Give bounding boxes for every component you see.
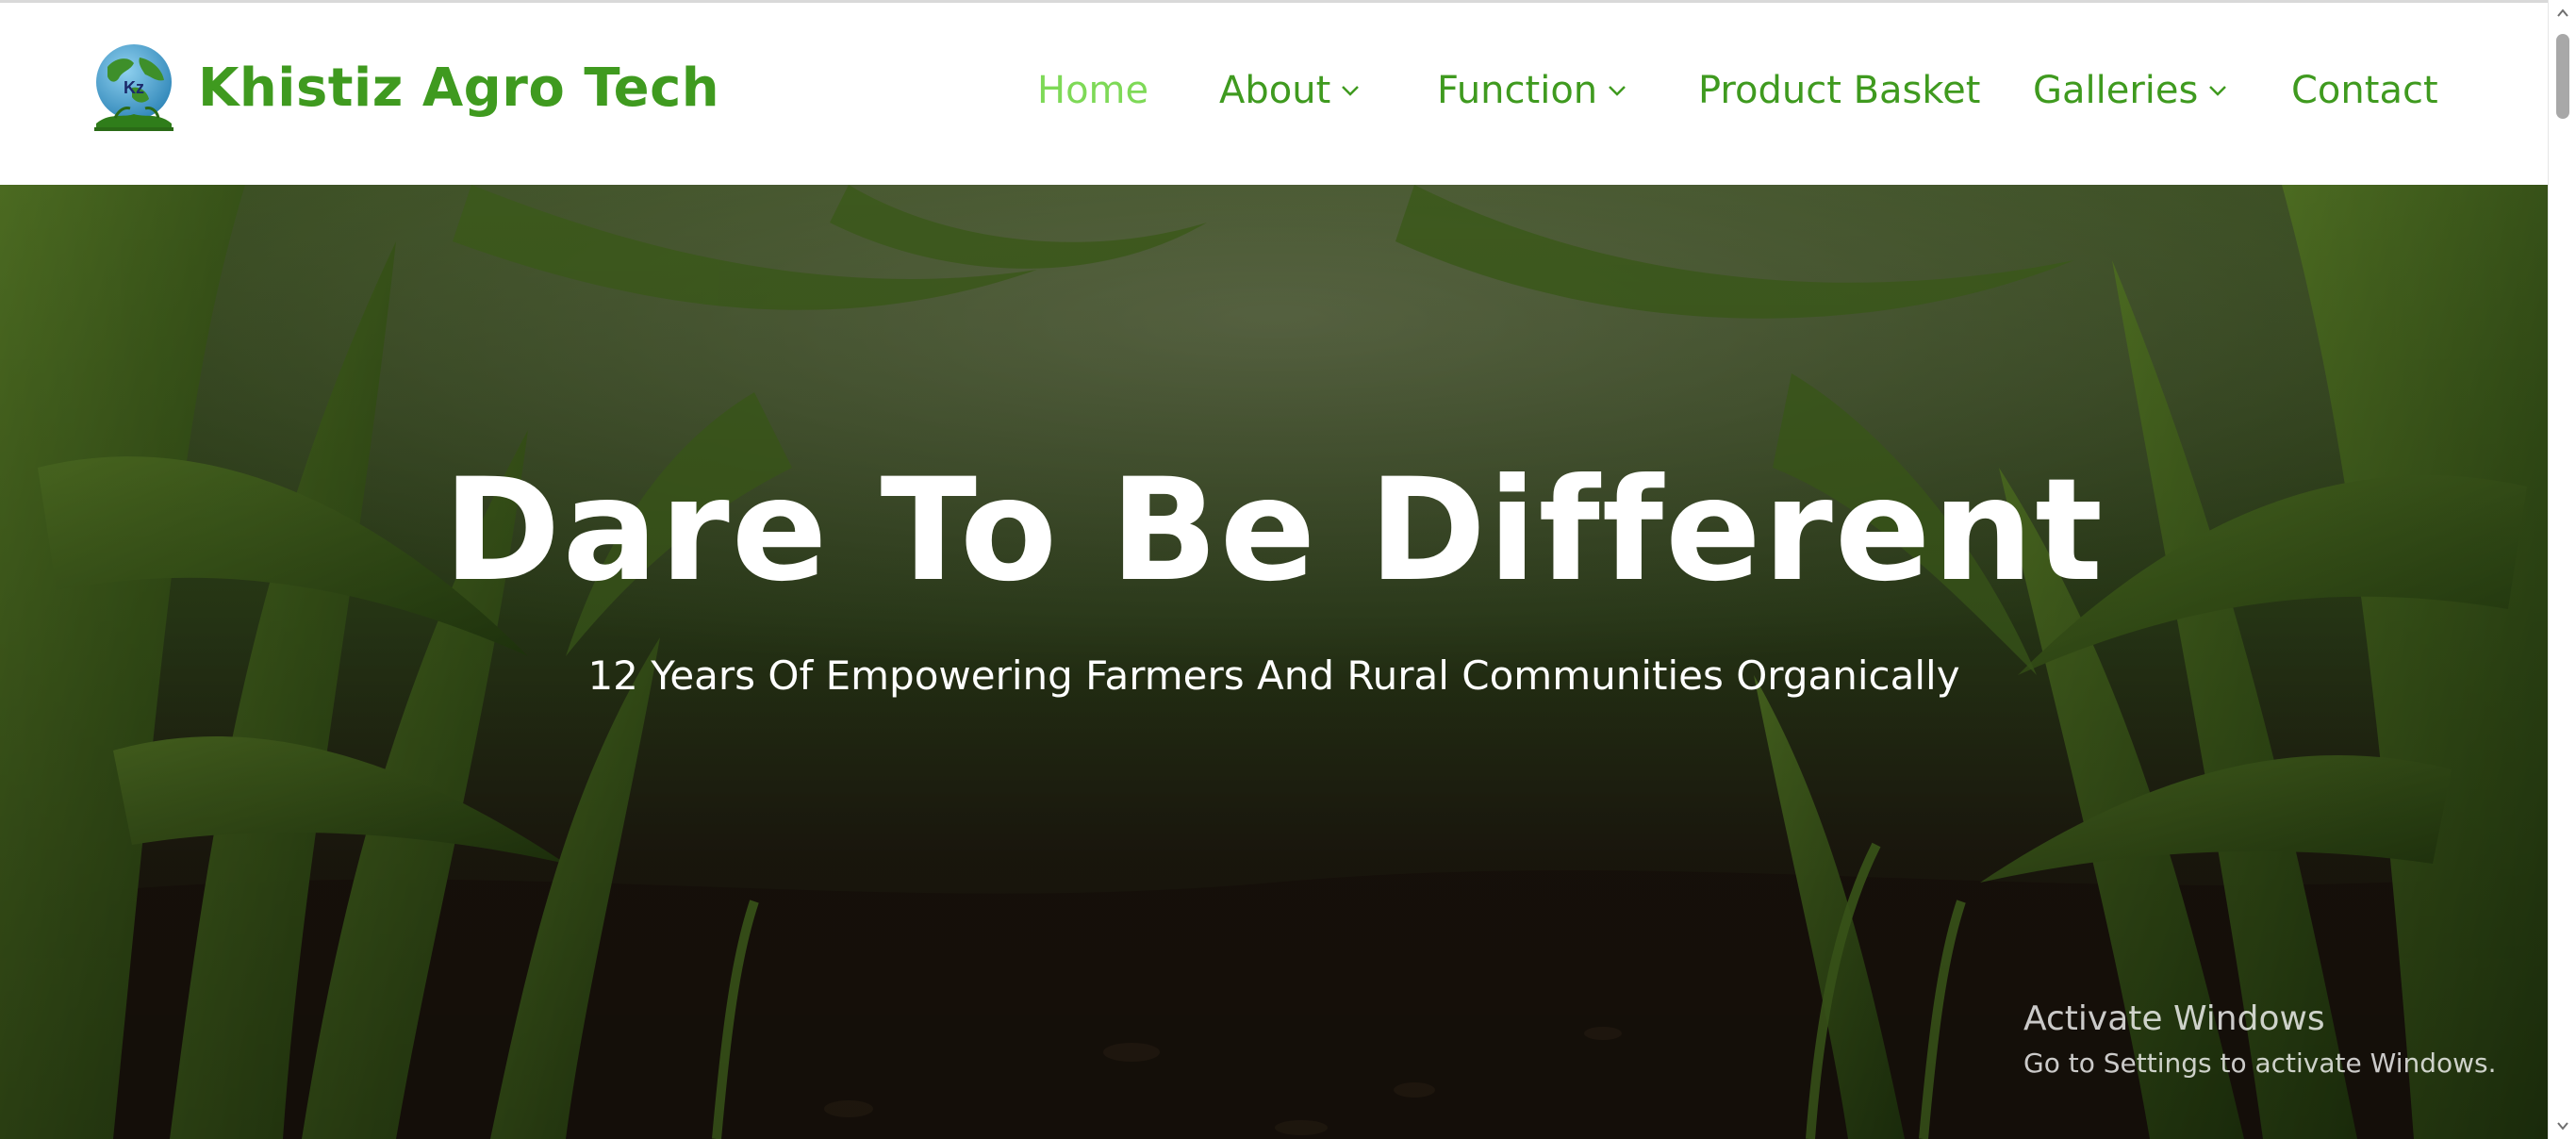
nav-item-contact[interactable]: Contact <box>2291 69 2438 112</box>
watermark-title: Activate Windows <box>2023 999 2325 1038</box>
chevron-down-icon <box>1609 86 1627 96</box>
nav-item-galleries[interactable]: Galleries <box>2033 69 2228 112</box>
nav-item-about[interactable]: About <box>1219 69 1361 112</box>
chevron-down-icon <box>2209 86 2227 96</box>
svg-text:Kz: Kz <box>124 78 144 97</box>
nav-item-label: Contact <box>2291 69 2438 112</box>
nav-item-label: Product Basket <box>1698 69 1981 112</box>
chevron-down-icon <box>1342 86 1360 96</box>
nav-item-label: Home <box>1037 69 1149 112</box>
nav-item-product-basket[interactable]: Product Basket <box>1698 69 1980 112</box>
nav-item-home[interactable]: Home <box>1037 69 1148 112</box>
scrollbar-thumb[interactable] <box>2556 34 2569 119</box>
logo-globe-icon: Kz <box>94 44 173 131</box>
scroll-down-icon[interactable] <box>2555 1118 2570 1133</box>
scroll-up-icon[interactable] <box>2555 6 2570 21</box>
brand-name: Khistiz Agro Tech <box>198 57 720 119</box>
nav-item-label: About <box>1219 69 1331 112</box>
hero-subtitle: 12 Years Of Empowering Farmers And Rural… <box>587 652 1960 699</box>
hero-title: Dare To Be Different <box>443 449 2105 613</box>
nav-item-function[interactable]: Function <box>1437 69 1627 112</box>
site-header: Kz Khistiz Agro Tech Home About Function… <box>0 3 2548 185</box>
watermark-subtitle: Go to Settings to activate Windows. <box>2023 1048 2497 1079</box>
activate-windows-watermark: Activate Windows Go to Settings to activ… <box>2023 999 2497 1079</box>
brand-logo-link[interactable]: Kz Khistiz Agro Tech <box>87 39 719 137</box>
nav-item-label: Galleries <box>2033 69 2199 112</box>
browser-viewport: Kz Khistiz Agro Tech Home About Function… <box>0 0 2576 1139</box>
vertical-scrollbar[interactable] <box>2548 0 2576 1139</box>
hero-section: Dare To Be Different 12 Years Of Empower… <box>0 185 2548 1139</box>
nav-item-label: Function <box>1437 69 1598 112</box>
